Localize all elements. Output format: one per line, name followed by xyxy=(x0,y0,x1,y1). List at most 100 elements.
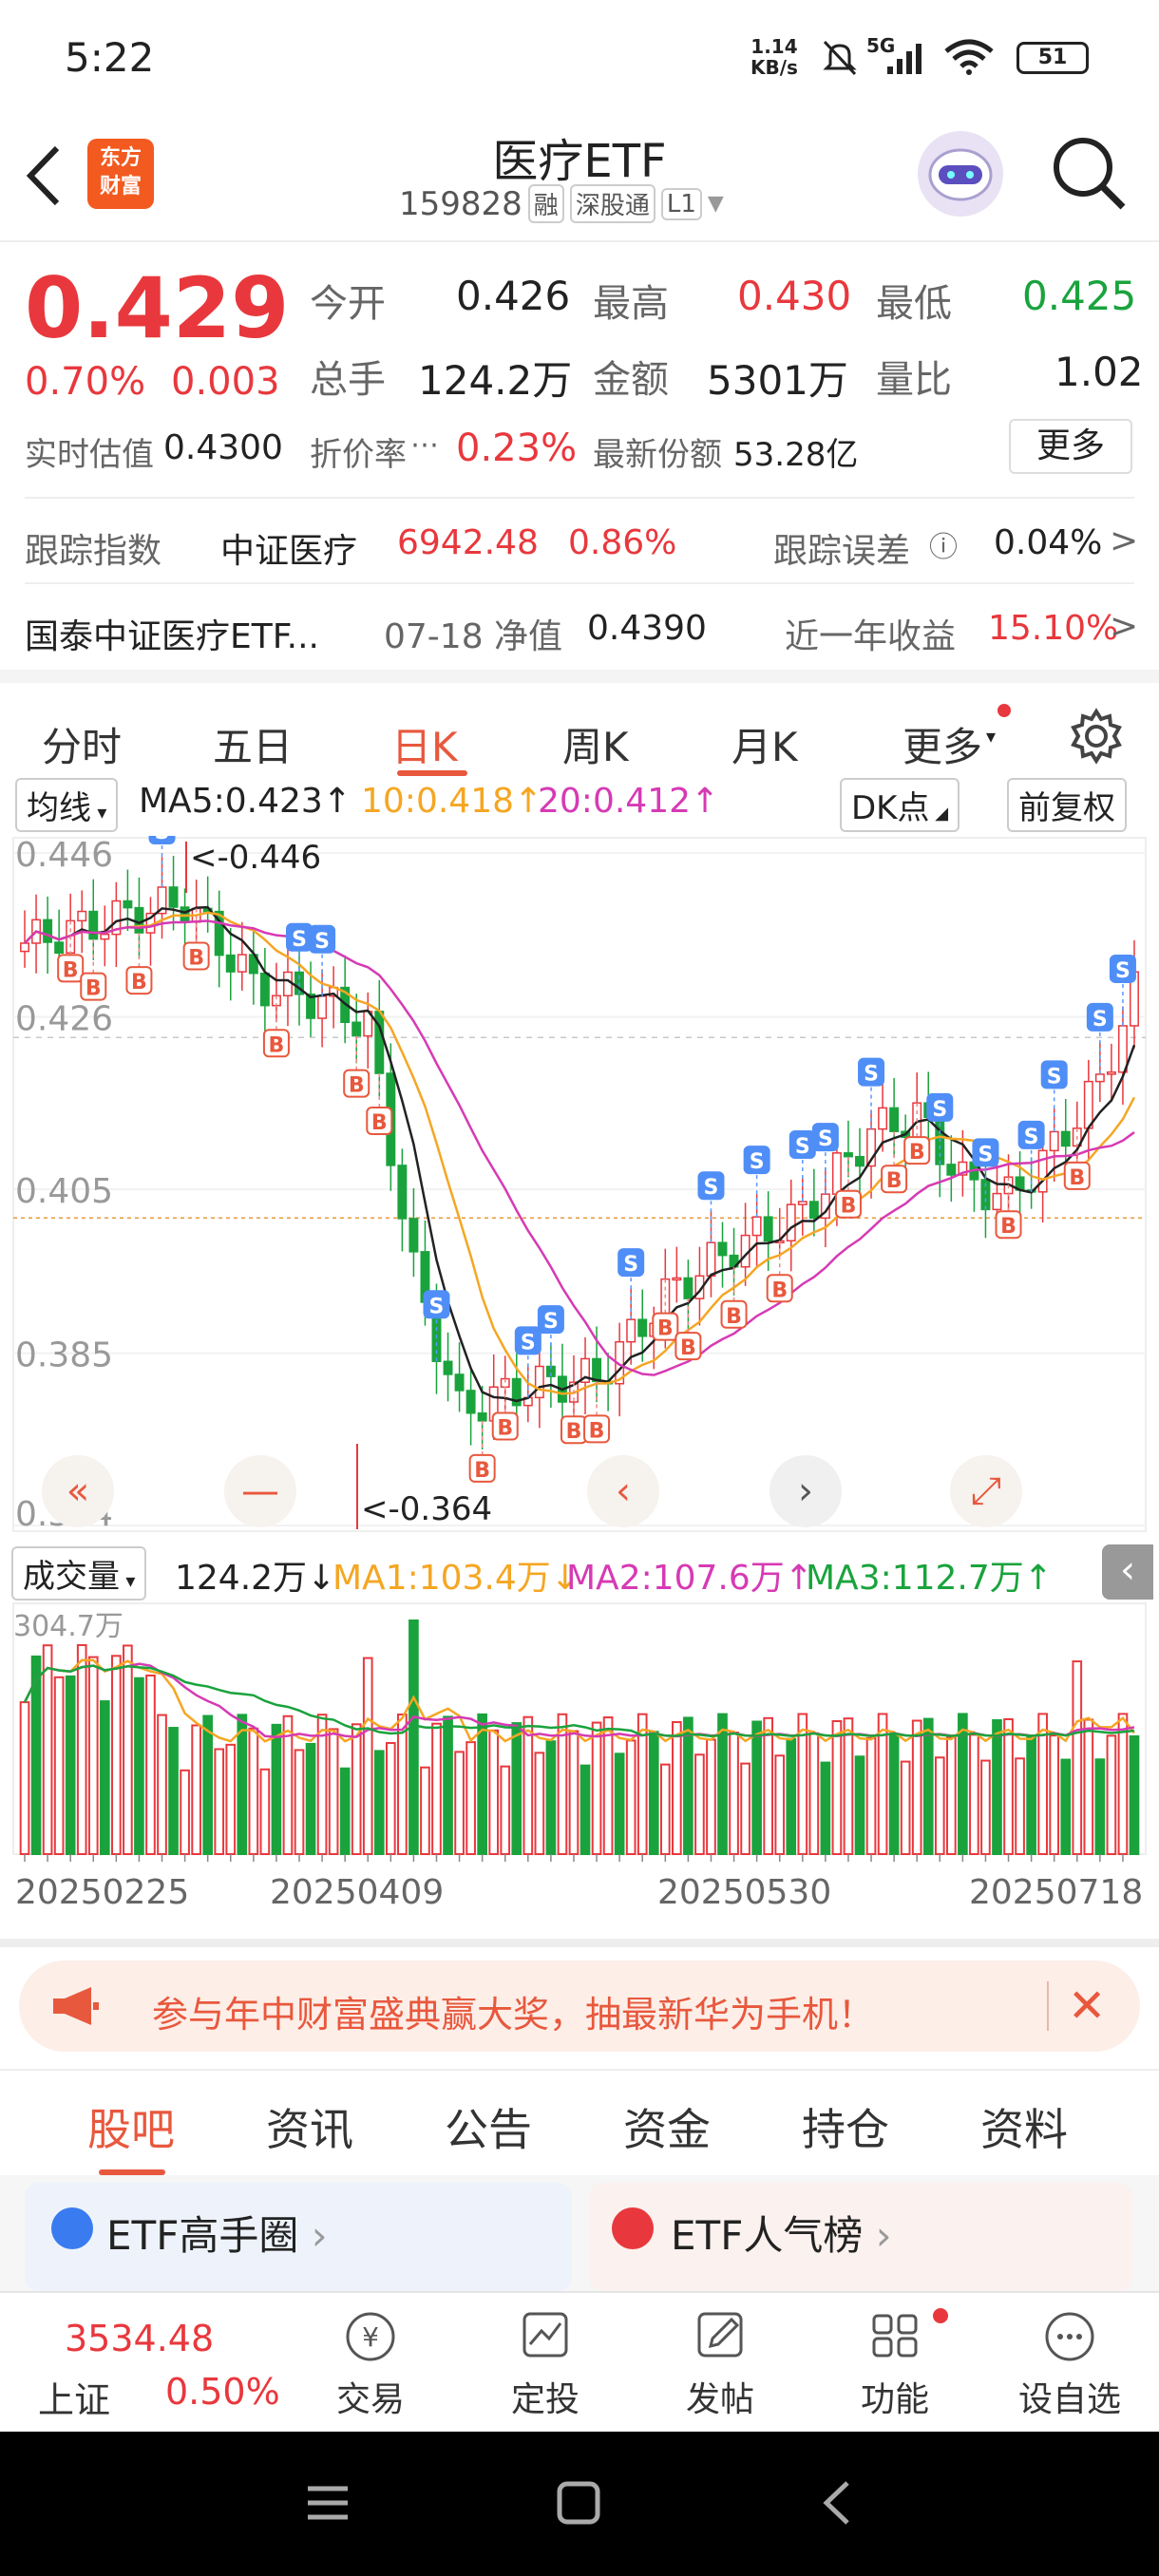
buy-marker: B xyxy=(583,1381,611,1444)
home-icon[interactable] xyxy=(555,2479,602,2530)
candle xyxy=(259,972,270,1007)
mute-bell-icon xyxy=(819,36,861,82)
back-icon[interactable] xyxy=(813,2479,861,2530)
low-label: 最低 xyxy=(876,282,952,326)
ma-select[interactable]: 均线 ▾ xyxy=(15,778,119,832)
candle xyxy=(831,1152,842,1195)
tab-holdings[interactable]: 持仓 xyxy=(802,2095,889,2158)
volume-bar xyxy=(477,1713,487,1856)
volume-bar xyxy=(1049,1734,1060,1856)
etf-expert-card[interactable]: ETF高手圈 › xyxy=(25,2183,572,2291)
volume-chart[interactable]: 304.7万 20250225 20250409 20250530 20250718 xyxy=(0,1601,1159,1947)
tab-weekly-k[interactable]: 周K xyxy=(562,715,629,773)
etf-popular-card[interactable]: ETF人气榜 › xyxy=(589,2183,1132,2291)
trade-button[interactable]: ¥ 交易 xyxy=(304,2308,437,2421)
candle xyxy=(706,1241,716,1278)
tab-funds[interactable]: 资金 xyxy=(623,2095,711,2158)
volume-bar xyxy=(168,1727,179,1855)
margin-tag: 融 xyxy=(527,184,564,223)
promo-banner[interactable]: 参与年中财富盛典赢大奖，抽最新华为手机！ ✕ xyxy=(19,1960,1140,2052)
track-index-name[interactable]: 中证医疗 xyxy=(220,523,357,573)
est-label: 实时估值 xyxy=(25,436,154,474)
buy-marker: B xyxy=(125,933,153,994)
chevron-right-icon[interactable]: > xyxy=(1110,521,1138,560)
volume-bar xyxy=(1106,1734,1117,1855)
kline-chart[interactable]: 0.4460.4260.4050.3850.364BBBSBBSSBBSBBSS… xyxy=(0,836,1159,1539)
sell-marker: S xyxy=(697,1171,725,1243)
volume-readout: 124.2万↓ xyxy=(175,1559,336,1598)
volume-bar xyxy=(820,1761,831,1855)
volume-bar xyxy=(992,1719,1002,1856)
fixed-invest-button[interactable]: 定投 xyxy=(479,2308,612,2421)
caret-down-icon: ▾ xyxy=(986,725,997,748)
volume-bar xyxy=(1072,1660,1083,1855)
robot-assistant-icon[interactable] xyxy=(918,131,1003,217)
scroll-left-button[interactable]: ‹ xyxy=(587,1455,659,1527)
svg-text:S: S xyxy=(623,1253,638,1277)
svg-text:B: B xyxy=(1000,1215,1016,1239)
y-axis-label: 0.426 xyxy=(15,1000,113,1039)
collapse-panel-button[interactable]: ‹ xyxy=(1102,1544,1153,1600)
volume-bar xyxy=(225,1743,237,1856)
ma5-line xyxy=(24,905,1136,1403)
candle xyxy=(100,933,110,940)
volume-bar xyxy=(706,1738,716,1855)
gear-icon[interactable] xyxy=(1068,708,1125,768)
buy-marker: B xyxy=(674,1298,702,1361)
volume-bar xyxy=(500,1765,511,1855)
volume-bar xyxy=(659,1763,671,1855)
more-button[interactable]: 更多 xyxy=(1009,419,1132,474)
ma10-readout: 10:0.418↑ xyxy=(361,782,543,821)
svg-text:B: B xyxy=(909,1141,925,1165)
chevron-right-icon[interactable]: > xyxy=(1110,607,1138,646)
adjust-select[interactable]: 前复权 xyxy=(1007,778,1127,832)
tab-daily-k[interactable]: 日K xyxy=(391,715,458,773)
close-icon[interactable]: ✕ xyxy=(1068,1979,1106,2033)
change-abs: 0.003 xyxy=(171,360,280,404)
add-watchlist-button[interactable]: 设自选 xyxy=(1003,2308,1136,2421)
tab-news[interactable]: 资讯 xyxy=(266,2095,353,2158)
tab-announcements[interactable]: 公告 xyxy=(445,2095,532,2158)
svg-text:S: S xyxy=(864,1063,879,1087)
volume-select[interactable]: 成交量 ▾ xyxy=(11,1546,147,1601)
volume-bar xyxy=(568,1730,580,1855)
tab-5day[interactable]: 五日 xyxy=(213,715,293,773)
tab-profile[interactable]: 资料 xyxy=(980,2095,1068,2158)
svg-text:¥: ¥ xyxy=(362,2321,379,2353)
svg-text:S: S xyxy=(314,930,330,954)
volume-bar xyxy=(111,1655,122,1855)
volume-toolbar: 成交量 ▾ 124.2万↓ MA1:103.4万↓ MA2:107.6万↑ MA… xyxy=(0,1541,1159,1601)
scroll-right-button[interactable]: › xyxy=(770,1455,842,1527)
scroll-far-left-button[interactable]: « xyxy=(42,1455,114,1527)
tab-more[interactable]: 更多 xyxy=(902,715,982,773)
tab-guba[interactable]: 股吧 xyxy=(87,2095,175,2158)
search-icon[interactable] xyxy=(1049,133,1129,217)
candle xyxy=(1037,1149,1048,1193)
chevron-down-icon[interactable]: ▼ xyxy=(708,192,724,216)
tab-intraday[interactable]: 分时 xyxy=(42,715,122,773)
svg-text:S: S xyxy=(155,836,170,844)
zoom-out-button[interactable]: — xyxy=(224,1455,296,1527)
help-icon[interactable]: ⓘ xyxy=(929,523,958,565)
volume-bar xyxy=(694,1753,705,1856)
index-value[interactable]: 3534.48 xyxy=(65,2318,214,2359)
candle xyxy=(751,1216,762,1237)
tab-monthly-k[interactable]: 月K xyxy=(732,715,798,773)
fullscreen-button[interactable]: ⤢ xyxy=(950,1455,1022,1527)
dk-point-select[interactable]: DK点 ◢ xyxy=(840,778,960,832)
candle xyxy=(626,1318,636,1343)
vol-ratio-value: 1.02 xyxy=(1054,349,1144,395)
volume-bar xyxy=(808,1732,820,1855)
more-dots-icon[interactable]: ⋯ xyxy=(410,428,439,462)
level-tag[interactable]: L1 xyxy=(660,187,702,220)
menu-icon[interactable] xyxy=(304,2479,352,2530)
volume-label: 总手 xyxy=(310,358,386,402)
candle xyxy=(168,886,179,908)
ma20-readout: 20:0.412↑ xyxy=(538,782,720,821)
est-value: 0.4300 xyxy=(163,428,283,467)
post-button[interactable]: 发帖 xyxy=(654,2308,787,2421)
divider xyxy=(1047,1981,1049,2031)
fund-name[interactable]: 国泰中证医疗ETF... xyxy=(25,609,319,658)
functions-button[interactable]: 功能 xyxy=(828,2308,961,2421)
svg-text:B: B xyxy=(886,1169,902,1193)
